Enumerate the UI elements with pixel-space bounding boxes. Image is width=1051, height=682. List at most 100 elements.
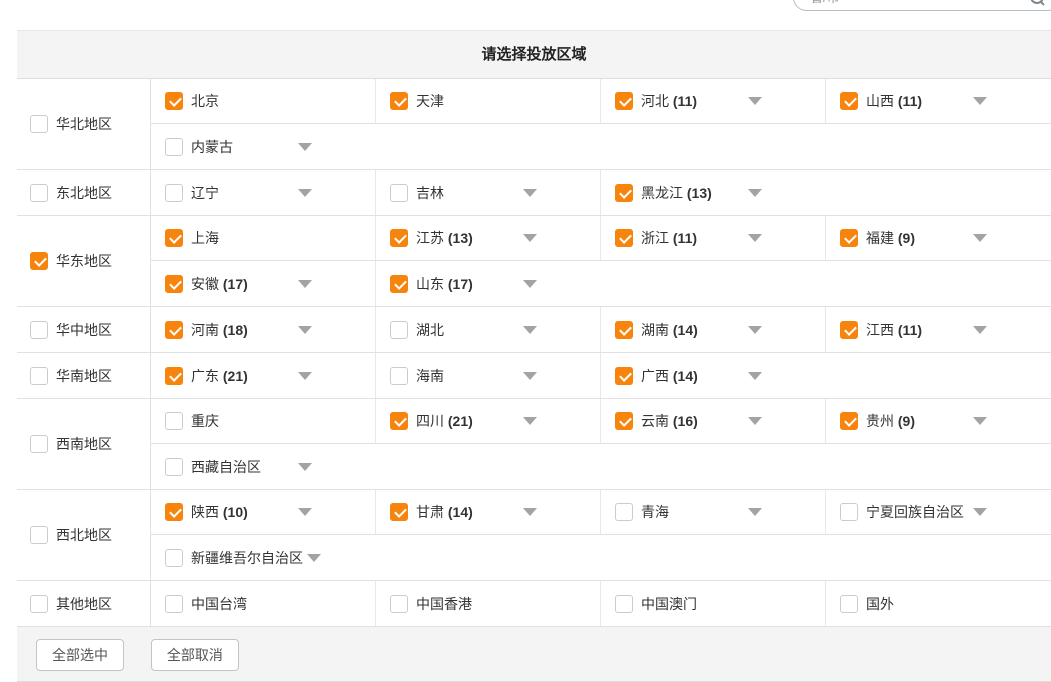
region-group-row: 华东地区上海江苏 (13)浙江 (11)福建 (9)安徽 (17)山东 (17) [17, 216, 1051, 307]
province-checkbox[interactable] [840, 412, 858, 430]
province-checkbox[interactable] [390, 595, 408, 613]
dropdown-arrow-icon[interactable] [973, 97, 987, 105]
province-label: 中国澳门 [641, 594, 744, 614]
province-checkbox[interactable] [165, 138, 183, 156]
province-checkbox[interactable] [165, 595, 183, 613]
province-subrow: 广东 (21)海南广西 (14) [151, 353, 1051, 398]
region-group-row: 东北地区辽宁吉林黑龙江 (13) [17, 170, 1051, 216]
dropdown-arrow-icon[interactable] [523, 280, 537, 288]
dropdown-arrow-icon[interactable] [973, 417, 987, 425]
region-checkbox[interactable] [30, 526, 48, 544]
region-checkbox[interactable] [30, 321, 48, 339]
search-input[interactable] [808, 0, 1020, 6]
region-table: 华北地区北京天津河北 (11)山西 (11)内蒙古东北地区辽宁吉林黑龙江 (13… [17, 79, 1051, 627]
dropdown-arrow-icon[interactable] [298, 143, 312, 151]
province-checkbox[interactable] [165, 549, 183, 567]
province-cell: 陕西 (10) [151, 490, 376, 534]
province-checkbox[interactable] [615, 595, 633, 613]
province-checkbox[interactable] [840, 321, 858, 339]
dropdown-arrow-icon[interactable] [523, 372, 537, 380]
province-checkbox[interactable] [165, 92, 183, 110]
dropdown-arrow-icon[interactable] [298, 189, 312, 197]
province-checkbox[interactable] [615, 367, 633, 385]
province-checkbox[interactable] [390, 321, 408, 339]
province-label: 宁夏回族自治区 [866, 502, 969, 522]
region-cell: 华北地区 [17, 79, 151, 169]
dropdown-arrow-icon[interactable] [523, 326, 537, 334]
province-checkbox[interactable] [615, 412, 633, 430]
search-icon[interactable] [1030, 0, 1044, 4]
province-checkbox[interactable] [840, 92, 858, 110]
dropdown-arrow-icon[interactable] [748, 508, 762, 516]
dropdown-arrow-icon[interactable] [748, 189, 762, 197]
region-label: 华东地区 [56, 251, 112, 271]
dropdown-arrow-icon[interactable] [523, 508, 537, 516]
dropdown-arrow-icon[interactable] [748, 417, 762, 425]
dropdown-arrow-icon[interactable] [298, 508, 312, 516]
province-checkbox[interactable] [165, 458, 183, 476]
dropdown-arrow-icon[interactable] [298, 463, 312, 471]
dropdown-arrow-icon[interactable] [973, 326, 987, 334]
region-checkbox[interactable] [30, 595, 48, 613]
province-cell: 西藏自治区 [151, 444, 1051, 489]
province-checkbox[interactable] [390, 367, 408, 385]
province-checkbox[interactable] [165, 503, 183, 521]
province-cell: 安徽 (17) [151, 261, 376, 306]
dropdown-arrow-icon[interactable] [307, 554, 321, 562]
province-subrow: 新疆维吾尔自治区 [151, 535, 1051, 580]
province-checkbox[interactable] [390, 92, 408, 110]
dropdown-arrow-icon[interactable] [973, 508, 987, 516]
region-cell: 华南地区 [17, 353, 151, 398]
province-checkbox[interactable] [165, 229, 183, 247]
deselect-all-button[interactable]: 全部取消 [151, 639, 239, 671]
dropdown-arrow-icon[interactable] [298, 372, 312, 380]
dropdown-arrow-icon[interactable] [298, 280, 312, 288]
province-checkbox[interactable] [390, 503, 408, 521]
province-count: (14) [448, 504, 473, 520]
province-label: 新疆维吾尔自治区 [191, 548, 303, 568]
province-checkbox[interactable] [390, 184, 408, 202]
province-checkbox[interactable] [615, 92, 633, 110]
province-count: (9) [898, 413, 915, 429]
dropdown-arrow-icon[interactable] [973, 234, 987, 242]
province-checkbox[interactable] [165, 321, 183, 339]
province-label: 湖南 (14) [641, 320, 744, 340]
province-label: 云南 (16) [641, 411, 744, 431]
dropdown-arrow-icon[interactable] [523, 189, 537, 197]
dropdown-arrow-icon[interactable] [523, 417, 537, 425]
province-checkbox[interactable] [165, 184, 183, 202]
province-checkbox[interactable] [165, 412, 183, 430]
province-checkbox[interactable] [390, 412, 408, 430]
province-checkbox[interactable] [840, 595, 858, 613]
region-checkbox[interactable] [30, 252, 48, 270]
province-checkbox[interactable] [390, 229, 408, 247]
province-checkbox[interactable] [840, 229, 858, 247]
province-checkbox[interactable] [840, 503, 858, 521]
province-subrow: 上海江苏 (13)浙江 (11)福建 (9) [151, 216, 1051, 261]
dropdown-arrow-icon[interactable] [298, 326, 312, 334]
province-cell: 四川 (21) [376, 399, 601, 443]
province-checkbox[interactable] [615, 229, 633, 247]
dropdown-arrow-icon[interactable] [748, 326, 762, 334]
select-all-button[interactable]: 全部选中 [36, 639, 124, 671]
province-label: 重庆 [191, 411, 294, 431]
dropdown-arrow-icon[interactable] [748, 97, 762, 105]
province-checkbox[interactable] [615, 503, 633, 521]
province-cell: 甘肃 (14) [376, 490, 601, 534]
province-checkbox[interactable] [615, 321, 633, 339]
province-checkbox[interactable] [615, 184, 633, 202]
search-box[interactable] [793, 0, 1051, 11]
province-checkbox[interactable] [165, 275, 183, 293]
province-checkbox[interactable] [390, 275, 408, 293]
dropdown-arrow-icon[interactable] [748, 234, 762, 242]
region-checkbox[interactable] [30, 115, 48, 133]
province-label: 陕西 (10) [191, 502, 294, 522]
province-checkbox[interactable] [165, 367, 183, 385]
region-checkbox[interactable] [30, 435, 48, 453]
region-checkbox[interactable] [30, 367, 48, 385]
panel-title: 请选择投放区域 [17, 31, 1051, 79]
region-checkbox[interactable] [30, 184, 48, 202]
dropdown-arrow-icon[interactable] [523, 234, 537, 242]
province-count: (17) [448, 276, 473, 292]
dropdown-arrow-icon[interactable] [748, 372, 762, 380]
